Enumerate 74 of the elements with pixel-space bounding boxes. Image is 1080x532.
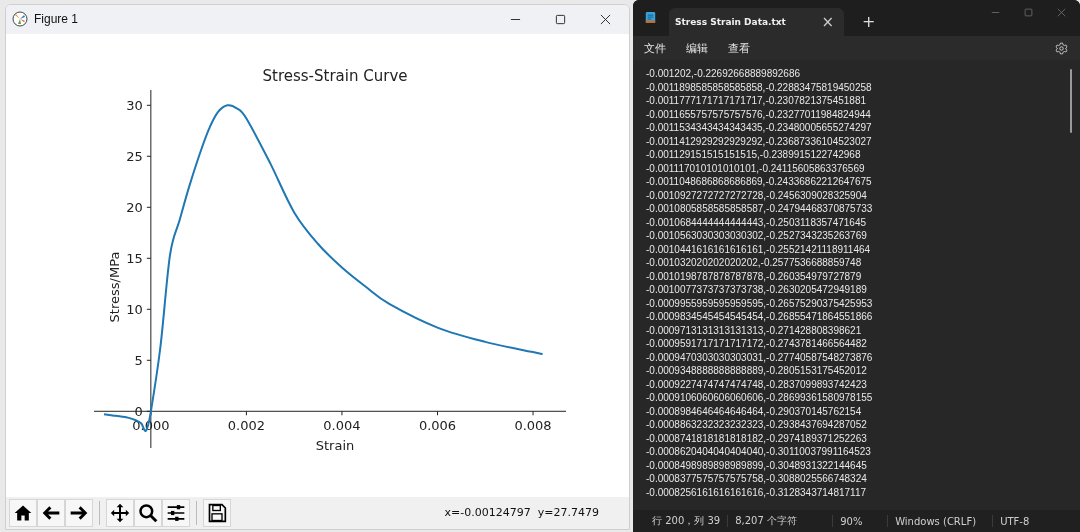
text-line: -0.0010684444444444443,-0.2503118357471645 (646, 215, 868, 229)
zoom-button[interactable] (134, 498, 162, 527)
y-axis-label: Stress/MPa (107, 251, 122, 322)
text-line: -0.0010441616161616161,-0.25521421118911464 (646, 242, 872, 256)
x-tick-label: 0.006 (418, 417, 457, 433)
notepad-icon (645, 11, 656, 24)
text-line: -0.0008863232323232323,-0.2938437694287052 (646, 418, 868, 432)
scrollbar[interactable] (1070, 69, 1072, 133)
x-axis-label: Strain (315, 437, 355, 453)
cursor-coordinates: x=-0.00124797 y=27.7479 (444, 506, 599, 520)
text-line: -0.0011412929292929292,-0.23687336104523027 (646, 134, 873, 148)
status-item: 90% (839, 515, 864, 527)
text-line: -0.0011048686868686869,-0.24336862212647675 (646, 175, 873, 189)
text-line: -0.001202,-0.22692668889892686 (646, 67, 802, 81)
text-line: -0.001032020202020202,-0.2577536688859748 (646, 256, 863, 270)
sliders-icon (166, 502, 186, 523)
text-line: -0.0010927272727272728,-0.2456309028325904 (646, 188, 868, 202)
text-line: -0.0009713131313131313,-0.271428808398621 (646, 323, 863, 337)
text-line: -0.0010077373737373738,-0.2630205472949189 (646, 283, 868, 297)
search-icon (138, 502, 158, 523)
text-line: -0.0009348888888888889,-0.2805153175452012 (646, 364, 868, 378)
close-tab-button[interactable]: × (821, 13, 834, 31)
text-line: -0.0011777171717171717,-0.2307821375451881 (646, 94, 868, 108)
text-line: -0.0009470303030303031,-0.27740587548273876 (646, 350, 874, 364)
text-line: -0.001129151515151515,-0.2389915122742968 (646, 148, 862, 162)
file-tab[interactable]: Stress Strain Data.txt × (669, 8, 844, 36)
window-title: Figure 1 (34, 12, 79, 27)
close-icon[interactable] (600, 13, 611, 25)
text-line: -0.0010563030303030302,-0.2527343235263769 (646, 229, 868, 243)
text-line: -0.0008377575757575758,-0.3088025566748324 (646, 472, 868, 486)
y-tick-label: 15 (126, 250, 143, 266)
back-button[interactable] (37, 498, 65, 527)
x-tick-label: 0.008 (514, 417, 552, 433)
status-item: UTF-8 (999, 515, 1031, 527)
text-line: -0.0008620404040404040,-0.30110037991164523 (646, 445, 872, 459)
text-line: -0.0009591717171717172,-0.2743781466564482 (646, 337, 868, 351)
new-tab-button[interactable]: + (862, 12, 876, 31)
move-icon (110, 502, 130, 523)
forward-button[interactable] (65, 498, 93, 527)
text-line: -0.0009834545454545454,-0.26855471864551866 (646, 310, 874, 324)
x-tick-label: 0.004 (323, 417, 361, 433)
text-line: -0.0009955959595959595,-0.26575290375425953 (646, 296, 874, 310)
text-line: -0.0008984646464646464,-0.290370145762154 (646, 404, 863, 418)
settings-icon[interactable] (1055, 41, 1068, 55)
y-tick-label: 10 (126, 301, 143, 317)
home-button[interactable] (9, 498, 37, 527)
text-line: -0.0011655757575757576,-0.23277011984824944 (646, 107, 872, 121)
text-line: -0.0008256161616161616,-0.3128343714817117 (646, 485, 868, 499)
text-line: -0.0010198787878787878,-0.260354979727879 (646, 269, 863, 283)
status-item: Windows (CRLF) (894, 515, 978, 527)
menu-item[interactable]: 文件 (644, 40, 666, 56)
configure-button[interactable] (162, 498, 190, 527)
text-line: -0.0011534343434343435,-0.23480005655274297 (646, 121, 873, 135)
text-line: -0.0009227474747474748,-0.2837099893742423 (646, 377, 868, 391)
text-line: -0.0011898585858585858,-0.22883475819450258 (646, 80, 873, 94)
text-line: -0.0008741818181818182,-0.2974189371252263 (646, 431, 868, 445)
text-line: -0.0008498989898989899,-0.3048931322144645 (646, 458, 868, 472)
y-tick-label: 25 (126, 148, 143, 164)
text-line: -0.0009106060606060606,-0.28699361580978155 (646, 391, 874, 405)
save-button[interactable] (203, 498, 231, 527)
text-line: -0.001117010101010101,-0.24115605863376569 (646, 161, 866, 175)
y-tick-label: 20 (126, 199, 143, 215)
app-icon (12, 11, 28, 28)
y-tick-label: 30 (126, 97, 143, 113)
menu-item[interactable]: 查看 (728, 40, 750, 56)
y-tick-label: 5 (134, 352, 143, 368)
menu-item[interactable]: 编辑 (686, 40, 708, 56)
maximize-icon[interactable] (555, 13, 566, 25)
text-line: -0.0010805858585858587,-0.24794468370875733 (646, 202, 874, 216)
x-tick-label: 0.002 (227, 417, 265, 433)
status-item: 8,207 个字符 (734, 514, 798, 528)
chart-title: Stress-Strain Curve (262, 66, 408, 85)
pan-button[interactable] (106, 498, 134, 527)
status-item: 行 200，列 39 (651, 514, 722, 528)
